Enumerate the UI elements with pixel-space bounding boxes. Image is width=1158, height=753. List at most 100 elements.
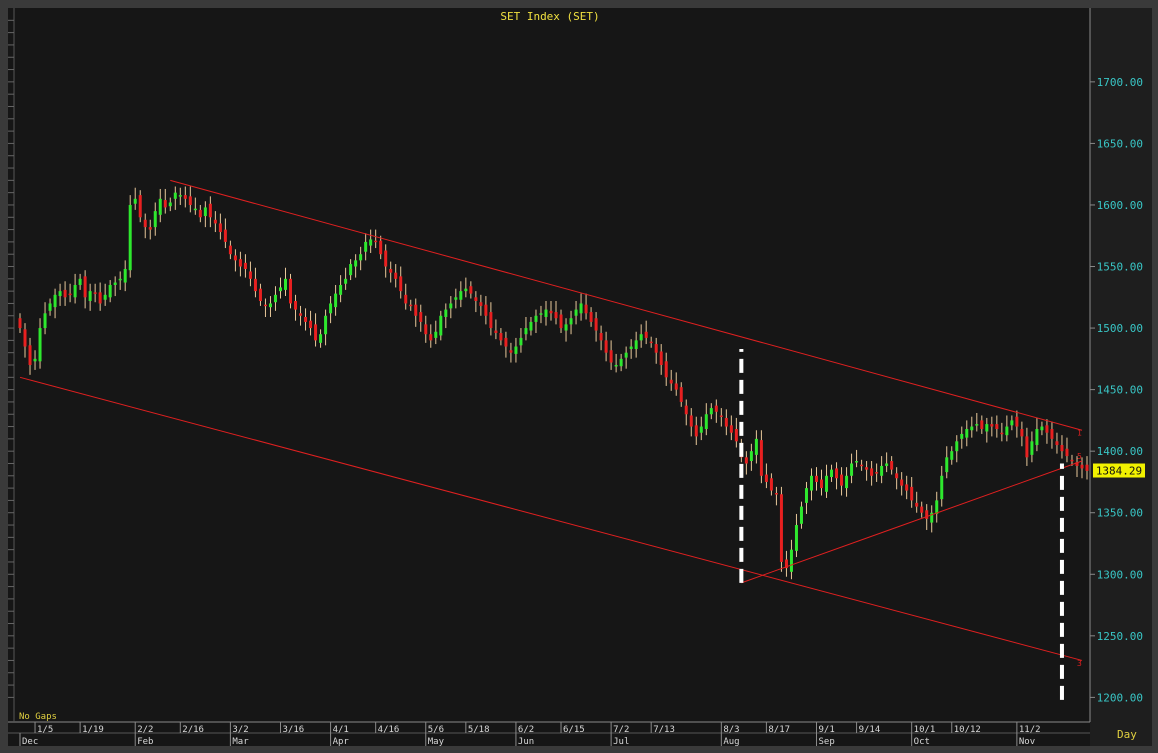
candle-body: [329, 303, 333, 314]
y-tick-label: 1600.00: [1097, 199, 1143, 212]
candle-body: [940, 475, 944, 500]
candle-body: [950, 451, 954, 460]
candle-body: [619, 358, 623, 367]
candle-body: [98, 292, 102, 304]
candle-body: [799, 506, 803, 524]
candle-body: [1025, 436, 1029, 458]
x-tick-label: 8/17: [768, 725, 790, 735]
candle-body: [193, 208, 197, 211]
candle-body: [444, 309, 448, 317]
candle-body: [629, 346, 633, 349]
candle-body: [449, 303, 453, 309]
candle-body: [1040, 426, 1044, 431]
month-tick-label: Jun: [518, 737, 534, 747]
candle-body: [198, 209, 202, 218]
y-tick-label: 1200.00: [1097, 691, 1143, 704]
candle-body: [654, 344, 658, 353]
gaps-label: No Gaps: [19, 712, 57, 722]
candle-body: [1085, 464, 1089, 471]
candle-body: [294, 300, 298, 310]
month-tick-label: Jul: [613, 737, 629, 747]
candle-body: [203, 207, 207, 217]
candle-body: [1060, 445, 1064, 452]
candle-body: [128, 204, 132, 271]
candle-body: [945, 457, 949, 473]
y-tick-label: 1400.00: [1097, 445, 1143, 458]
candle-body: [925, 510, 929, 519]
candle-body: [138, 195, 142, 218]
candle-body: [840, 474, 844, 486]
candle-body: [955, 441, 959, 452]
candle-body: [23, 329, 27, 347]
candle-body: [484, 304, 488, 316]
candle-body: [1055, 441, 1059, 446]
candle-body: [965, 429, 969, 438]
candle-body: [870, 468, 874, 476]
candle-body: [33, 358, 37, 362]
candle-body: [384, 250, 388, 267]
candle-body: [985, 424, 989, 432]
candle-body: [860, 464, 864, 467]
candle-body: [769, 478, 773, 491]
candle-body: [679, 387, 683, 402]
candle-body: [579, 303, 583, 314]
candle-body: [674, 383, 678, 390]
candle-body: [544, 309, 548, 317]
candle-body: [709, 408, 713, 415]
candle-body: [529, 321, 533, 331]
candle-body: [1070, 459, 1074, 462]
x-tick-label: 6/15: [563, 725, 585, 735]
candle-body: [1000, 432, 1004, 435]
plot-area: [8, 8, 1090, 746]
candle-body: [289, 278, 293, 304]
candle-body: [1010, 420, 1014, 426]
candle-body: [880, 465, 884, 476]
candle-body: [58, 291, 62, 297]
candle-body: [624, 352, 628, 358]
candle-body: [559, 314, 563, 329]
candle-body: [374, 240, 378, 243]
candle-body: [749, 451, 753, 462]
candle-body: [314, 324, 318, 341]
x-tick-label: 5/6: [428, 725, 444, 735]
candle-body: [1065, 448, 1069, 457]
line-end-label: 3: [1077, 659, 1082, 668]
candle-body: [855, 461, 859, 463]
candle-body: [815, 475, 818, 482]
candle-body: [429, 334, 433, 341]
candle-body: [639, 334, 643, 341]
candle-body: [108, 284, 112, 298]
y-tick-label: 1450.00: [1097, 384, 1143, 397]
month-tick-label: Oct: [914, 737, 930, 747]
candle-body: [163, 200, 167, 208]
candle-body: [789, 549, 793, 572]
candle-body: [649, 341, 653, 344]
candle-body: [714, 405, 718, 412]
candle-body: [779, 494, 783, 562]
x-tick-label: 2/16: [182, 725, 204, 735]
candle-body: [809, 475, 813, 491]
candle-body: [724, 417, 728, 427]
candle-body: [744, 457, 748, 464]
candle-body: [18, 318, 22, 329]
x-tick-label: 2/2: [137, 725, 153, 735]
candle-body: [419, 312, 423, 322]
y-tick-label: 1500.00: [1097, 322, 1143, 335]
candle-body: [434, 331, 438, 338]
candle-body: [339, 284, 343, 295]
candle-body: [213, 219, 217, 224]
candle-body: [349, 264, 353, 276]
candle-body: [324, 315, 328, 335]
candle-body: [38, 328, 42, 362]
candle-body: [464, 288, 468, 292]
chart-title: SET Index (SET): [500, 10, 599, 23]
candle-body: [68, 293, 72, 296]
candle-body: [704, 414, 708, 430]
x-tick-label: 1/5: [37, 725, 53, 735]
candle-body: [454, 297, 458, 300]
candle-body: [584, 304, 588, 314]
candle-body: [564, 324, 568, 331]
candle-body: [514, 346, 518, 354]
candle-body: [148, 227, 152, 230]
candle-body: [188, 196, 192, 205]
